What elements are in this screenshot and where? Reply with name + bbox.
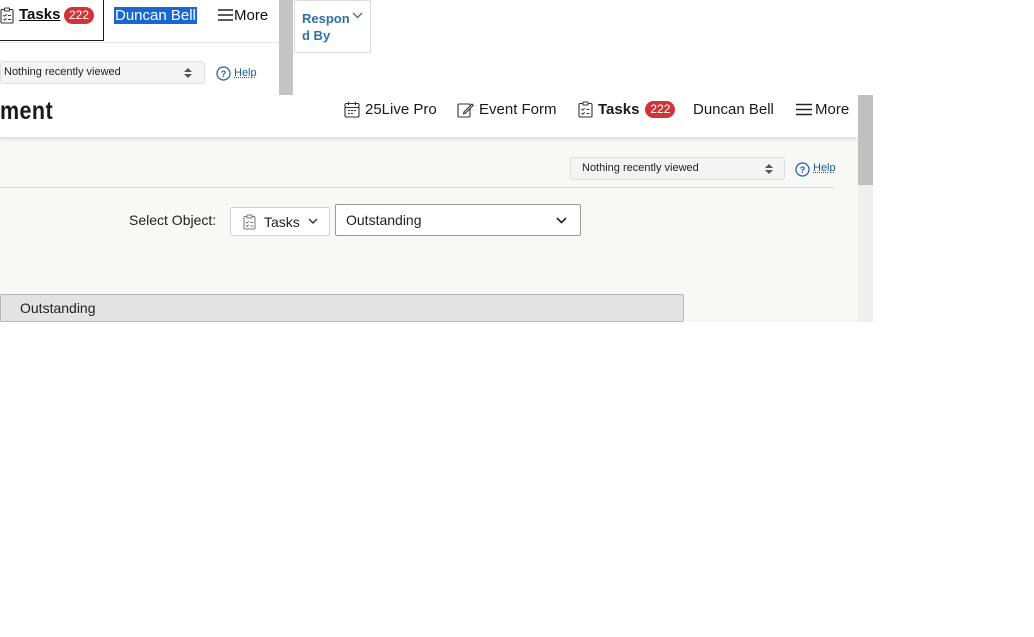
- bg-tasks-label: Tasks: [19, 6, 61, 23]
- select-object-label: Select Object:: [129, 212, 217, 228]
- bg-tasks-nav-item[interactable]: Tasks 222: [0, 0, 104, 41]
- respond-by-label: Respond By: [302, 11, 350, 43]
- task-state-value: Outstanding: [346, 212, 422, 228]
- bg-user-name-selected[interactable]: Duncan Bell: [114, 7, 197, 24]
- object-type-dropdown[interactable]: Tasks: [230, 207, 330, 236]
- bg-help-link[interactable]: Help: [234, 67, 257, 79]
- respond-by-header[interactable]: Respond By: [294, 0, 371, 53]
- menu-icon[interactable]: [218, 9, 233, 21]
- chevron-down-icon: [308, 218, 318, 224]
- outstanding-section-header[interactable]: Outstanding: [0, 294, 684, 322]
- help-link[interactable]: Help: [813, 162, 836, 174]
- nav-tasks[interactable]: Tasks 222: [578, 101, 676, 118]
- toolbar-divider: [0, 187, 835, 188]
- task-state-dropdown[interactable]: Outstanding: [335, 204, 581, 236]
- scrollbar[interactable]: [858, 95, 873, 322]
- nav-25live-pro-label: 25Live Pro: [365, 101, 437, 118]
- more-label: More: [815, 101, 850, 118]
- svg-text:?: ?: [800, 165, 806, 175]
- bg-recently-viewed-select[interactable]: Nothing recently viewed: [0, 61, 205, 84]
- nav-25live-pro[interactable]: 25Live Pro: [344, 101, 437, 118]
- background-header-fragment: Tasks 222 Duncan Bell More Nothing recen…: [0, 0, 279, 95]
- chevron-down-icon: [352, 12, 363, 19]
- help-icon[interactable]: ?: [216, 66, 231, 81]
- sort-arrows-icon: [184, 67, 192, 79]
- bg-tasks-count-badge: 222: [64, 7, 95, 24]
- clipboard-icon: [243, 214, 256, 230]
- edit-icon: [457, 101, 474, 118]
- nav-event-form[interactable]: Event Form: [457, 101, 557, 118]
- bg-more-menu[interactable]: More: [234, 7, 268, 24]
- clipboard-icon: [578, 101, 593, 118]
- object-type-value: Tasks: [264, 214, 300, 230]
- nav-tasks-label: Tasks: [598, 101, 640, 118]
- recently-viewed-select[interactable]: Nothing recently viewed: [570, 157, 785, 180]
- bg-header-divider: [0, 42, 279, 43]
- bg-recently-viewed-value: Nothing recently viewed: [4, 66, 121, 78]
- nav-event-form-label: Event Form: [479, 101, 557, 118]
- chevron-down-icon: [556, 217, 567, 224]
- bg-scrollbar[interactable]: [279, 0, 293, 95]
- sort-arrows-icon: [765, 163, 773, 175]
- svg-text:?: ?: [221, 69, 227, 79]
- help-icon[interactable]: ?: [795, 162, 810, 177]
- nav-more-menu[interactable]: More: [796, 101, 849, 118]
- top-header: ment 25Live Pro Event Form Tasks 222 Dun…: [0, 95, 858, 137]
- recently-viewed-value: Nothing recently viewed: [582, 162, 699, 174]
- page-title: ment: [0, 97, 54, 125]
- user-name: Duncan Bell: [693, 101, 774, 118]
- main-panel: ment 25Live Pro Event Form Tasks 222 Dun…: [0, 95, 873, 322]
- calendar-icon: [344, 101, 360, 118]
- nav-user-menu[interactable]: Duncan Bell: [693, 101, 774, 118]
- section-title: Outstanding: [20, 300, 96, 316]
- clipboard-icon: [0, 7, 14, 24]
- scrollbar-thumb[interactable]: [858, 95, 873, 185]
- menu-icon: [796, 103, 812, 116]
- tasks-count-badge: 222: [645, 101, 676, 118]
